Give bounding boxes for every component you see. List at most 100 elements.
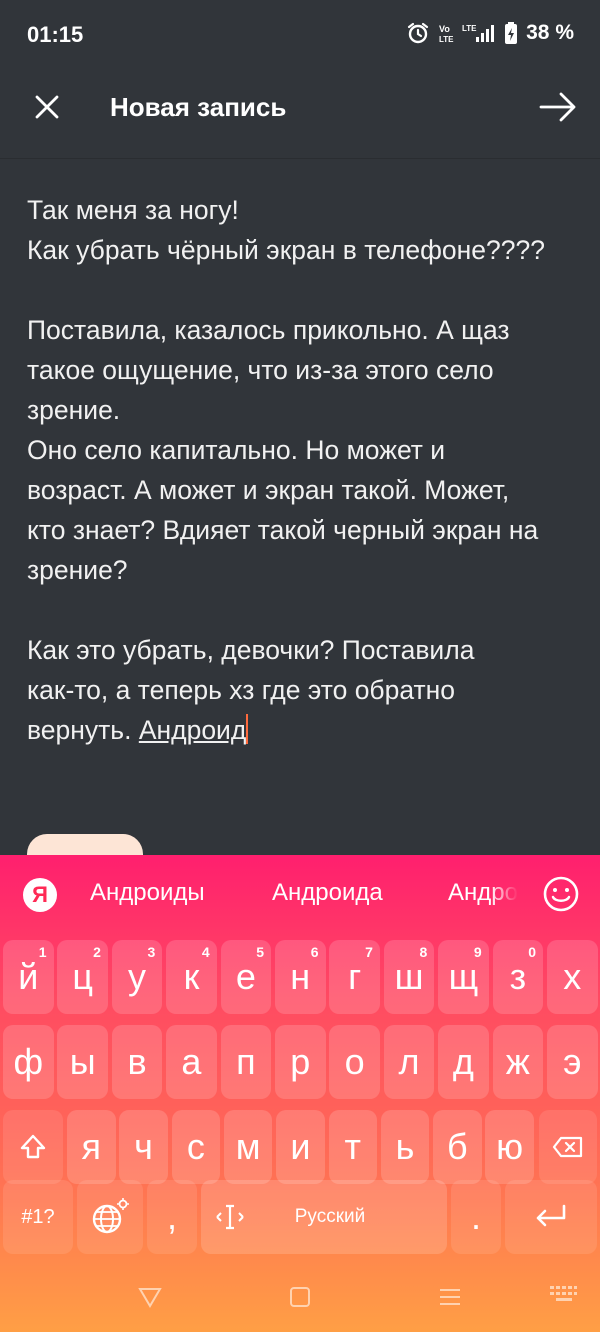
key-ф[interactable]: ф [3, 1025, 54, 1099]
text-line: Как убрать чёрный экран в телефоне???? [27, 235, 545, 265]
symbols-key[interactable]: #1? [3, 1180, 73, 1254]
key-label: о [344, 1041, 365, 1082]
key-э[interactable]: э [547, 1025, 598, 1099]
enter-key[interactable] [505, 1180, 597, 1254]
key-label: е [235, 956, 256, 997]
back-nav-icon[interactable] [138, 1286, 162, 1308]
key-е[interactable]: е5 [220, 940, 272, 1014]
page-title: Новая запись [110, 92, 287, 122]
home-nav-icon[interactable] [289, 1286, 311, 1308]
keyboard-hide-icon[interactable] [548, 1284, 578, 1306]
text-line: Оно село капитально. Но может и [27, 435, 446, 465]
text-line: зрение? [27, 555, 128, 585]
yandex-logo-button[interactable]: Я [23, 878, 57, 912]
key-ю[interactable]: ю [485, 1110, 534, 1184]
key-ь[interactable]: ь [380, 1110, 430, 1184]
key-я[interactable]: я [67, 1110, 116, 1184]
recents-nav-icon[interactable] [438, 1286, 462, 1308]
key-label: л [398, 1041, 420, 1082]
key-н[interactable]: н6 [275, 940, 326, 1014]
text-line: Так меня за ногу! [27, 195, 239, 225]
key-label: ю [496, 1126, 524, 1167]
key-р[interactable]: р [275, 1025, 326, 1099]
key-label: з [509, 956, 527, 997]
key-number-hint: 7 [365, 944, 373, 960]
suggestion-3[interactable]: Андро [448, 879, 530, 907]
key-л[interactable]: л [383, 1025, 435, 1099]
key-label: т [344, 1126, 362, 1167]
status-icons: Vo LTE LTE 38 % [406, 21, 574, 45]
header-divider [0, 158, 600, 159]
key-ж[interactable]: ж [492, 1025, 544, 1099]
key-ц[interactable]: ц2 [57, 940, 108, 1014]
language-key[interactable] [77, 1180, 143, 1254]
key-label: э [563, 1041, 582, 1082]
key-х[interactable]: х [547, 940, 598, 1014]
key-label: й [18, 956, 39, 997]
key-label: п [236, 1041, 256, 1082]
key-number-hint: 1 [38, 944, 47, 960]
text-line: кто знает? Вдияет такой черный экран на [27, 515, 539, 545]
key-label: в [127, 1041, 147, 1082]
post-text-editor[interactable]: Так меня за ногу! Как убрать чёрный экра… [27, 190, 577, 750]
system-nav-bar [0, 1262, 600, 1332]
period-key[interactable]: . [451, 1180, 501, 1254]
suggestion-1[interactable]: Андроиды [90, 879, 205, 907]
key-у[interactable]: у3 [111, 940, 163, 1014]
key-б[interactable]: б [433, 1110, 482, 1184]
arrow-right-icon[interactable] [538, 90, 578, 124]
space-key[interactable]: Русский [201, 1180, 447, 1254]
key-а[interactable]: а [166, 1025, 217, 1099]
suggestion-2[interactable]: Андроида [272, 879, 383, 907]
svg-text:Vo: Vo [439, 24, 450, 34]
backspace-key[interactable] [539, 1110, 597, 1184]
key-ш[interactable]: ш8 [383, 940, 435, 1014]
key-ч[interactable]: ч [119, 1110, 168, 1184]
key-label: а [181, 1041, 202, 1082]
key-з[interactable]: з0 [492, 940, 544, 1014]
key-number-hint: 4 [201, 944, 210, 960]
text-line: возраст. А может и экран такой. Может, [27, 475, 510, 505]
shift-key[interactable] [3, 1110, 63, 1184]
key-label: ш [394, 956, 424, 997]
key-label: р [290, 1041, 311, 1082]
key-label: ь [395, 1126, 415, 1167]
key-к[interactable]: к4 [166, 940, 217, 1014]
suggestion-bar: Я Андроиды Андроида Андро [0, 855, 600, 935]
key-label: щ [448, 956, 479, 997]
battery-percent: 38 % [526, 21, 574, 44]
key-п[interactable]: п [220, 1025, 272, 1099]
key-label: ц [72, 956, 93, 997]
space-language-label: Русский [294, 1206, 366, 1227]
key-label: ф [13, 1041, 44, 1082]
key-в[interactable]: в [111, 1025, 163, 1099]
key-с[interactable]: с [171, 1110, 221, 1184]
key-г[interactable]: г7 [329, 940, 380, 1014]
globe-icon [92, 1198, 129, 1234]
key-label: у [128, 956, 147, 997]
key-о[interactable]: о [329, 1025, 380, 1099]
key-number-hint: 9 [473, 944, 482, 960]
emoji-icon[interactable] [542, 875, 580, 913]
key-т[interactable]: т [328, 1110, 377, 1184]
key-label: ч [134, 1126, 153, 1167]
text-line: такое ощущение, что из-за этого село [27, 355, 494, 385]
key-щ[interactable]: щ9 [438, 940, 489, 1014]
key-label: ы [69, 1041, 96, 1082]
key-д[interactable]: д [438, 1025, 489, 1099]
close-icon[interactable] [30, 90, 64, 124]
comma-key[interactable]: , [147, 1180, 197, 1254]
key-ы[interactable]: ы [57, 1025, 108, 1099]
svg-text:LTE: LTE [439, 35, 454, 44]
shift-icon [20, 1134, 46, 1159]
key-label: х [563, 956, 582, 997]
key-label: м [235, 1126, 261, 1167]
key-и[interactable]: и [276, 1110, 325, 1184]
text-line: Поставила, казалось прикольно. А щаз [27, 315, 510, 345]
key-label: к [183, 956, 200, 997]
key-й[interactable]: й1 [3, 940, 54, 1014]
key-number-hint: 5 [256, 944, 265, 960]
key-м[interactable]: м [223, 1110, 273, 1184]
